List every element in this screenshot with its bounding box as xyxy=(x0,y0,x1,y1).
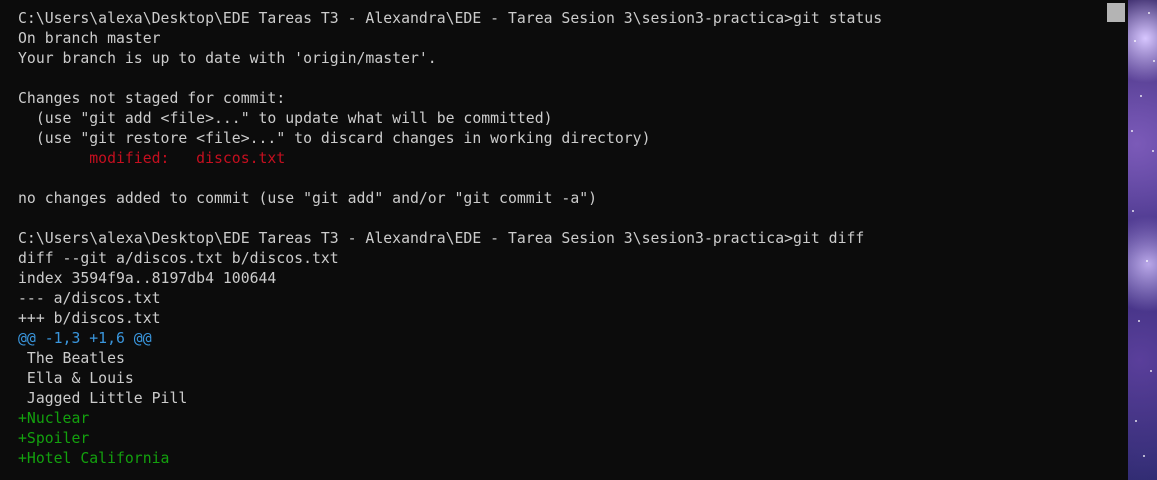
terminal-line: (use "git add <file>..." to update what … xyxy=(18,110,553,127)
terminal-line: C:\Users\alexa\Desktop\EDE Tareas T3 - A… xyxy=(18,10,883,27)
wallpaper-star xyxy=(1152,150,1154,152)
wallpaper-star xyxy=(1131,130,1133,132)
terminal-line: C:\Users\alexa\Desktop\EDE Tareas T3 - A… xyxy=(18,230,865,247)
wallpaper-star xyxy=(1135,420,1137,422)
terminal-line: +Hotel California xyxy=(18,450,170,467)
terminal-line: (use "git restore <file>..." to discard … xyxy=(18,130,651,147)
terminal-window[interactable]: C:\Users\alexa\Desktop\EDE Tareas T3 - A… xyxy=(0,0,1104,480)
terminal-line: index 3594f9a..8197db4 100644 xyxy=(18,270,277,287)
terminal-line: diff --git a/discos.txt b/discos.txt xyxy=(18,250,339,267)
wallpaper-star xyxy=(1140,95,1142,97)
terminal-line: modified: discos.txt xyxy=(18,150,286,167)
wallpaper-star xyxy=(1153,60,1155,62)
wallpaper-star xyxy=(1134,40,1136,42)
terminal-line: Ella & Louis xyxy=(18,370,134,387)
terminal-line: Changes not staged for commit: xyxy=(18,90,286,107)
wallpaper-star xyxy=(1143,455,1145,457)
screen: C:\Users\alexa\Desktop\EDE Tareas T3 - A… xyxy=(0,0,1157,480)
terminal-output[interactable]: C:\Users\alexa\Desktop\EDE Tareas T3 - A… xyxy=(18,9,882,469)
terminal-line: Your branch is up to date with 'origin/m… xyxy=(18,50,437,67)
desktop-wallpaper xyxy=(1128,0,1157,480)
terminal-line: On branch master xyxy=(18,30,161,47)
vertical-scrollbar[interactable] xyxy=(1104,0,1128,480)
wallpaper-star xyxy=(1132,210,1134,212)
scrollbar-thumb[interactable] xyxy=(1107,3,1125,22)
wallpaper-star xyxy=(1146,260,1148,262)
wallpaper-star xyxy=(1148,12,1150,14)
wallpaper-star xyxy=(1138,320,1140,322)
wallpaper-star xyxy=(1150,370,1152,372)
terminal-line: The Beatles xyxy=(18,350,125,367)
terminal-line: +Nuclear xyxy=(18,410,90,427)
terminal-line: +++ b/discos.txt xyxy=(18,310,161,327)
terminal-line: Jagged Little Pill xyxy=(18,390,188,407)
terminal-line: --- a/discos.txt xyxy=(18,290,161,307)
terminal-line: no changes added to commit (use "git add… xyxy=(18,190,598,207)
terminal-line: +Spoiler xyxy=(18,430,90,447)
terminal-line: @@ -1,3 +1,6 @@ xyxy=(18,330,152,347)
